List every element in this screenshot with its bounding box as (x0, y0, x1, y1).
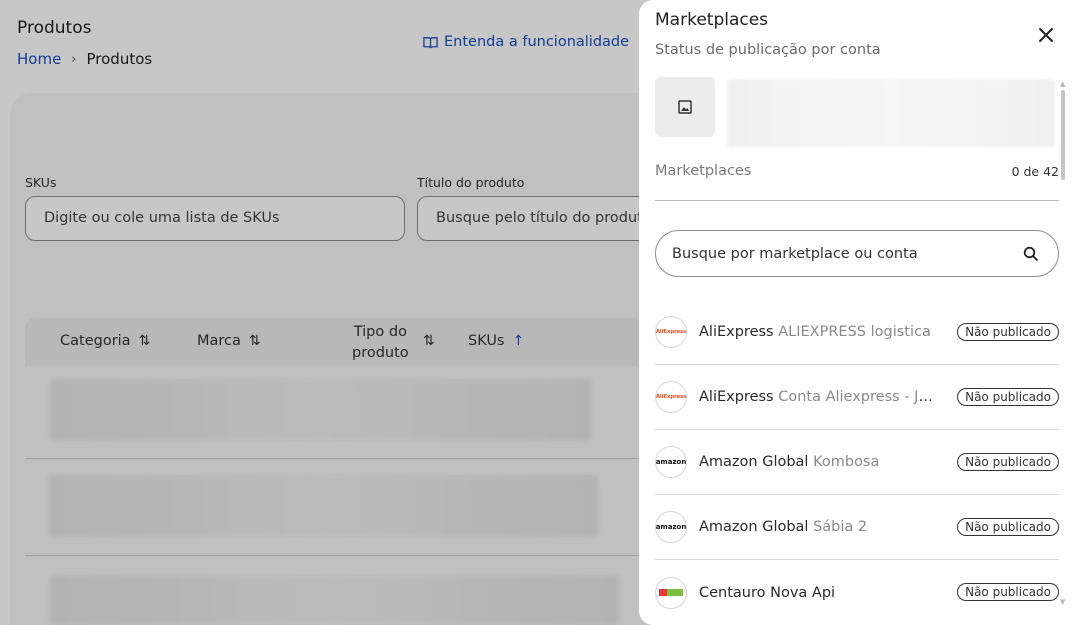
status-badge: Não publicado (957, 323, 1059, 341)
product-thumbnail (655, 77, 715, 137)
aliexpress-logo: AliExpress (655, 316, 687, 348)
marketplace-name: Amazon Global Sábia 2 (699, 519, 868, 535)
product-info-skeleton (727, 79, 1055, 147)
centauro-logo (655, 576, 687, 609)
status-badge: Não publicado (957, 583, 1059, 601)
aliexpress-logo: AliExpress (655, 381, 687, 413)
marketplace-name: AliExpress Conta Aliexpress - Joao Pedro (699, 389, 941, 405)
scrollbar-thumb[interactable] (1061, 90, 1065, 180)
scroll-down-arrow-icon[interactable]: ▼ (1060, 598, 1065, 606)
close-button[interactable] (1035, 24, 1057, 46)
marketplace-list: AliExpress AliExpress ALIEXPRESS logisti… (655, 300, 1059, 625)
account-name: ALIEXPRESS logistica (778, 324, 931, 340)
marketplace-name: Centauro Nova Api (699, 584, 836, 601)
status-badge: Não publicado (957, 453, 1059, 471)
status-badge: Não publicado (957, 518, 1059, 536)
image-icon (678, 100, 692, 114)
list-item[interactable]: Centauro Nova Api Não publicado (655, 560, 1059, 625)
account-name: Conta Aliexpress - Joao Pedro (778, 389, 941, 405)
account-name: Kombosa (813, 454, 880, 470)
marketplaces-count: 0 de 42 (1011, 164, 1059, 179)
marketplace-name: Amazon Global Kombosa (699, 454, 880, 470)
marketplace-search-input[interactable] (672, 231, 1012, 276)
list-item[interactable]: amazon Amazon Global Kombosa Não publica… (655, 430, 1059, 495)
list-item[interactable]: AliExpress AliExpress Conta Aliexpress -… (655, 365, 1059, 430)
amazon-logo: amazon (655, 446, 687, 478)
list-item[interactable]: AliExpress AliExpress ALIEXPRESS logisti… (655, 300, 1059, 365)
divider (655, 200, 1059, 201)
status-badge: Não publicado (957, 388, 1059, 406)
marketplace-search[interactable] (655, 230, 1059, 277)
marketplaces-label: Marketplaces (655, 163, 752, 179)
list-item[interactable]: amazon Amazon Global Sábia 2 Não publica… (655, 495, 1059, 560)
account-name: Sábia 2 (813, 519, 868, 535)
scroll-up-arrow-icon[interactable]: ▲ (1060, 80, 1065, 88)
drawer-title: Marketplaces (655, 10, 769, 30)
close-icon (1039, 28, 1053, 42)
marketplace-name: AliExpress ALIEXPRESS logistica (699, 324, 931, 340)
search-icon[interactable] (1022, 245, 1040, 263)
marketplaces-drawer: Marketplaces Status de publicação por co… (639, 0, 1079, 625)
drawer-subtitle: Status de publicação por conta (655, 42, 881, 58)
amazon-logo: amazon (655, 511, 687, 543)
